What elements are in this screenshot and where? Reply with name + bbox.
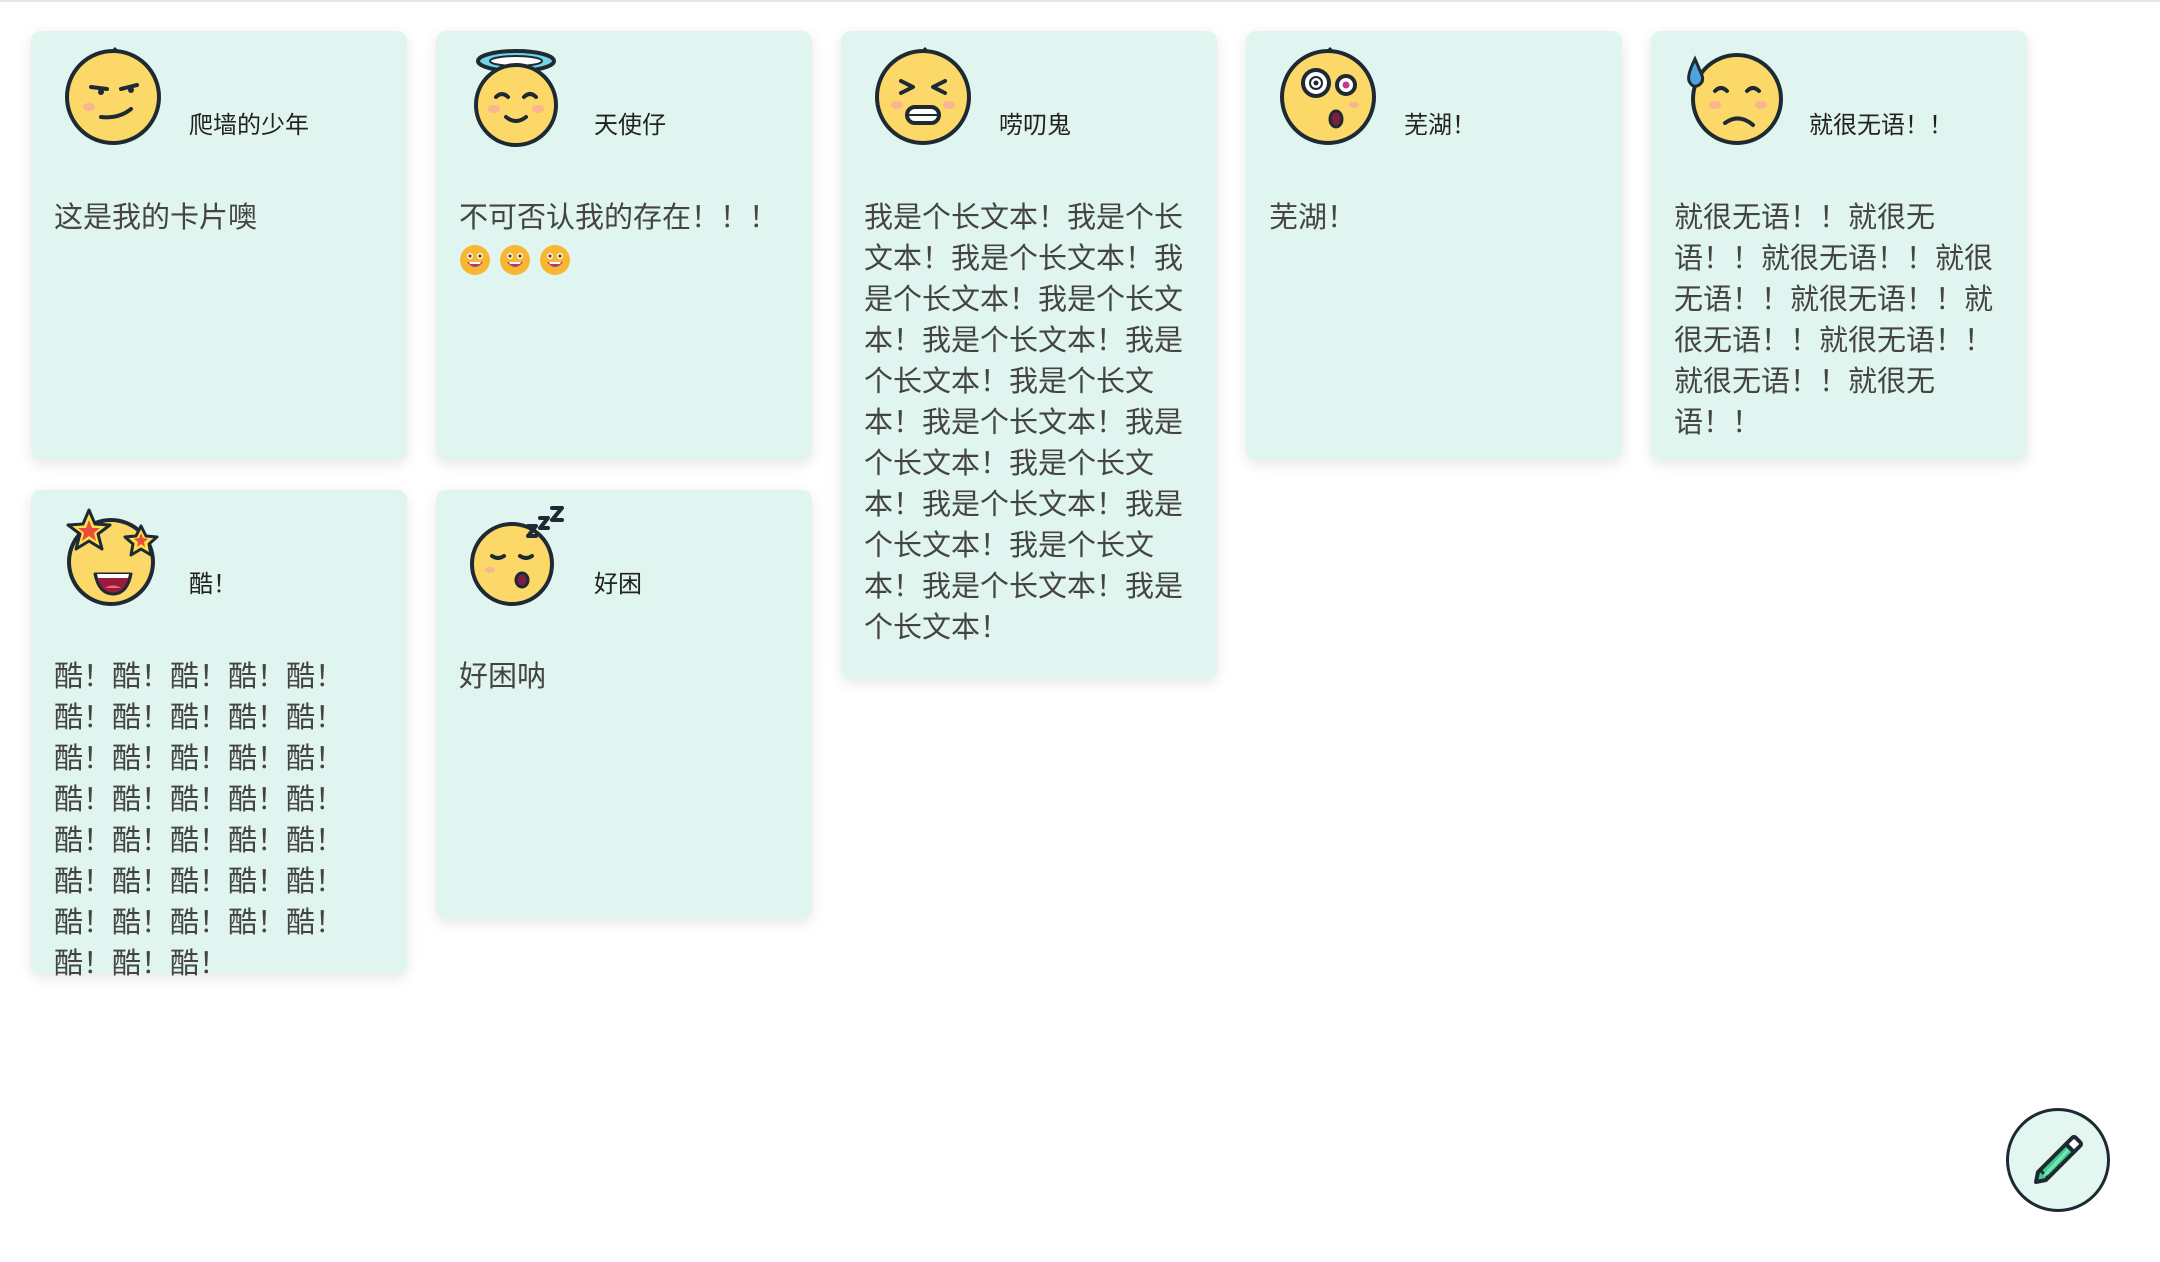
emoji-row [459, 244, 571, 276]
pencil-edit-icon [2034, 1135, 2083, 1184]
squint-grimace-face-icon [871, 45, 975, 149]
card-name: 芜湖！ [1404, 111, 1476, 139]
card-text: 不可否认我的存在！！！ [459, 197, 793, 279]
card-name: 爬墙的少年 [189, 111, 309, 139]
card-angel[interactable]: 天使仔 不可否认我的存在！！！ [436, 31, 812, 460]
card-speechless[interactable]: 就很无语！！ 就很无语！！就很无语！！就很无语！！就很无语！！就很无语！！就很无… [1651, 31, 2027, 460]
card-name: 好困 [594, 570, 642, 598]
card-name: 唠叨鬼 [999, 111, 1071, 139]
card-name: 酷！ [189, 570, 237, 598]
card-chatterbox[interactable]: 唠叨鬼 我是个长文本！我是个长文本！我是个长文本！我是个长文本！我是个长文本！我… [841, 31, 1217, 679]
top-divider [0, 0, 2160, 2]
grin-emoji-icon [500, 245, 530, 275]
card-text: 就很无语！！就很无语！！就很无语！！就很无语！！就很无语！！就很无语！！就很无语… [1674, 200, 1994, 439]
grin-emoji-icon [540, 245, 570, 275]
card-cool[interactable]: 酷！ 酷！酷！酷！酷！酷！酷！酷！酷！酷！酷！酷！酷！酷！酷！酷！酷！酷！酷！酷… [31, 490, 407, 980]
card-text: 我是个长文本！我是个长文本！我是个长文本！我是个长文本！我是个长文本！我是个长文… [864, 200, 1184, 644]
card-text-content: 不可否认我的存在！！！ [459, 200, 779, 234]
dizzy-face-icon [1276, 45, 1380, 149]
card-text: 酷！酷！酷！酷！酷！酷！酷！酷！酷！酷！酷！酷！酷！酷！酷！酷！酷！酷！酷！酷！… [54, 659, 345, 980]
angel-face-icon [466, 45, 570, 149]
sweat-face-icon [1681, 45, 1785, 149]
sleepy-face-icon [466, 504, 570, 608]
star-eyes-face-icon [61, 504, 165, 608]
card-text: 好困呐 [459, 659, 547, 693]
grin-emoji-icon [460, 245, 490, 275]
card-sleepy[interactable]: 好困 好困呐 [436, 490, 812, 919]
smirk-face-icon [61, 45, 165, 149]
card-text: 芜湖！ [1269, 200, 1357, 234]
card-name: 就很无语！！ [1809, 111, 1953, 139]
edit-fab-button[interactable] [2006, 1108, 2110, 1212]
card-wuhu[interactable]: 芜湖！ 芜湖！ [1246, 31, 1622, 460]
card-climbing-youth[interactable]: 爬墙的少年 这是我的卡片噢 [31, 31, 407, 460]
card-text: 这是我的卡片噢 [54, 200, 258, 234]
card-name: 天使仔 [594, 111, 666, 139]
